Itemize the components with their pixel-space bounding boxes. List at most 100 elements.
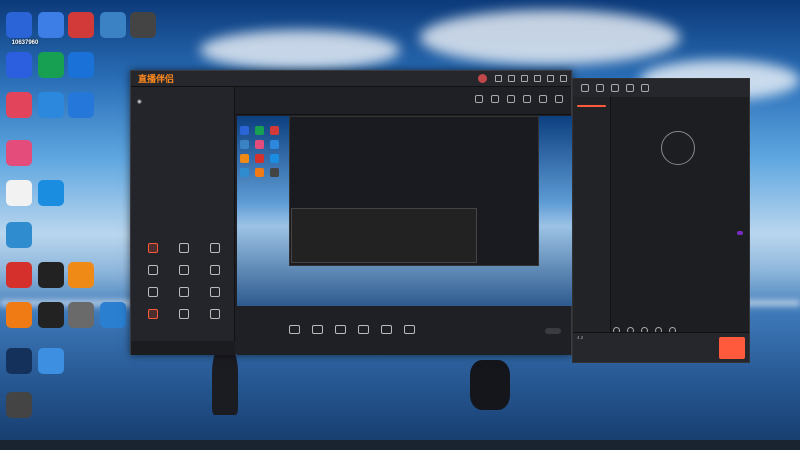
desktop-icon-10[interactable] (68, 92, 94, 118)
desktop-icon-1[interactable] (38, 12, 64, 38)
tool-icon (210, 309, 221, 319)
preview-mini-icon (270, 154, 279, 163)
close-icon[interactable] (641, 84, 649, 92)
desktop-icon-12[interactable] (6, 180, 32, 206)
tool-button-9[interactable] (137, 309, 168, 321)
tool-button-6[interactable] (137, 287, 168, 299)
title-bar-icons (495, 75, 567, 82)
desktop-icon-18[interactable] (6, 302, 32, 328)
tool-button-5[interactable] (200, 265, 231, 277)
bottom-notice (131, 341, 235, 355)
scene-tabs (131, 87, 234, 97)
tool-icon (178, 265, 189, 275)
heart-icon[interactable] (596, 84, 604, 92)
tool-button-4[interactable] (168, 265, 199, 277)
bell-icon[interactable] (539, 95, 547, 103)
side-badge[interactable] (577, 105, 606, 107)
minimize-icon[interactable] (534, 75, 541, 82)
send-button[interactable] (719, 337, 745, 359)
avatar[interactable] (478, 74, 487, 83)
eye-icon[interactable]: ◉ (137, 99, 142, 105)
control-icon (381, 325, 392, 334)
preview-mini-icon (240, 140, 249, 149)
control-button-5[interactable] (404, 325, 415, 337)
control-buttons (289, 325, 415, 337)
empty-illustration (661, 131, 695, 165)
preview-nested-window-inner (291, 208, 477, 263)
control-icon (289, 325, 300, 334)
start-live-button[interactable] (545, 328, 561, 334)
left-column: ◉ (131, 87, 235, 355)
desktop-icon-0[interactable] (6, 12, 32, 38)
control-button-3[interactable] (358, 325, 369, 337)
skin-icon[interactable] (495, 75, 502, 82)
control-button-1[interactable] (312, 325, 323, 337)
chat-icon[interactable] (581, 84, 589, 92)
tool-button-8[interactable] (200, 287, 231, 299)
tool-button-0[interactable] (137, 243, 168, 255)
desktop-icon-19[interactable] (38, 302, 64, 328)
sky-cloud (420, 10, 680, 65)
scene-row[interactable]: ◉ (131, 97, 234, 107)
gift-icon[interactable] (611, 84, 619, 92)
preview-desktop-icons (240, 126, 285, 177)
tool-icon (210, 287, 221, 297)
desktop-icon-6[interactable] (38, 52, 64, 78)
control-icon (312, 325, 323, 334)
desktop-icon-2[interactable] (68, 12, 94, 38)
desktop-icon-16[interactable] (38, 262, 64, 288)
preview-mini-icon (270, 140, 279, 149)
maximize-icon[interactable] (547, 75, 554, 82)
settings-icon[interactable] (521, 75, 528, 82)
promo-badge[interactable] (737, 231, 743, 235)
desktop-icon-8[interactable] (6, 92, 32, 118)
mail-icon[interactable] (508, 75, 515, 82)
control-button-4[interactable] (381, 325, 392, 337)
preview-mini-icon (255, 154, 264, 163)
right-top-bar (573, 79, 749, 97)
desktop-icon-3[interactable] (100, 12, 126, 38)
preview-area[interactable] (237, 116, 572, 306)
screen-icon[interactable] (523, 95, 531, 103)
desktop-number: 10637960 (11, 40, 39, 46)
control-button-0[interactable] (289, 325, 300, 337)
desktop-icon-23[interactable] (38, 348, 64, 374)
tool-button-1[interactable] (168, 243, 199, 255)
silhouette-rock (470, 360, 510, 410)
desktop-icon-17[interactable] (68, 262, 94, 288)
control-button-2[interactable] (335, 325, 346, 337)
desktop-icon-11[interactable] (6, 140, 32, 166)
tool-button-10[interactable] (168, 309, 199, 321)
minimize-icon[interactable] (626, 84, 634, 92)
main-window: 直播伴侣 ◉ (130, 70, 572, 355)
preview-mini-icon (270, 168, 279, 177)
desktop-icon-22[interactable] (6, 348, 32, 374)
unlock-icon[interactable] (507, 95, 515, 103)
tool-button-2[interactable] (200, 243, 231, 255)
desktop-icon-13[interactable] (38, 180, 64, 206)
preview-mini-icon (270, 126, 279, 135)
stage-header (236, 87, 571, 115)
tool-icon (178, 287, 189, 297)
desktop-icon-14[interactable] (6, 222, 32, 248)
desktop-icon-15[interactable] (6, 262, 32, 288)
tool-button-3[interactable] (137, 265, 168, 277)
share-icon[interactable] (555, 95, 563, 103)
tool-button-11[interactable] (200, 309, 231, 321)
close-icon[interactable] (560, 75, 567, 82)
desktop-icon-5[interactable] (6, 52, 32, 78)
stats: 4.2 (577, 335, 583, 342)
desktop-icon-24[interactable] (6, 392, 32, 418)
tool-icon (147, 309, 158, 319)
desktop-icon-20[interactable] (68, 302, 94, 328)
desktop-icon-21[interactable] (100, 302, 126, 328)
layout-icon[interactable] (475, 95, 483, 103)
desktop-icon-7[interactable] (68, 52, 94, 78)
desktop-icon-4[interactable] (130, 12, 156, 38)
lock-icon[interactable] (491, 95, 499, 103)
desktop-icon-9[interactable] (38, 92, 64, 118)
preview-mini-icon (255, 140, 264, 149)
tool-button-7[interactable] (168, 287, 199, 299)
sky-cloud (200, 30, 400, 70)
preview-mini-icon (240, 168, 249, 177)
